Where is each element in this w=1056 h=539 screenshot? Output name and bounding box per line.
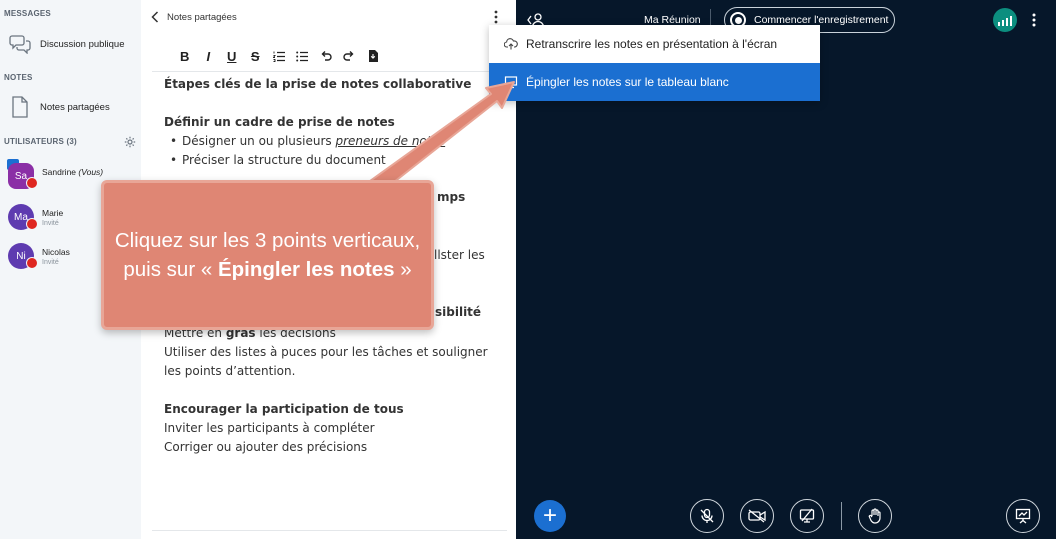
chat-icon bbox=[7, 31, 33, 57]
notes-header: Notes partagées bbox=[151, 8, 237, 26]
document-icon bbox=[7, 94, 33, 120]
notes-title: Notes partagées bbox=[167, 11, 237, 23]
user-role: Invité bbox=[42, 259, 59, 266]
user-name: Sandrine (Vous) bbox=[42, 167, 104, 177]
doc-paragraph: Inviter les participants à compléter bbox=[164, 421, 375, 435]
list-item: Désigner un ou plusieurs preneurs de not… bbox=[164, 132, 504, 151]
public-chat-label: Discussion publique bbox=[40, 38, 125, 50]
list-item: Préciser la structure du document bbox=[164, 151, 504, 170]
doc-heading: Encourager la participation de tous bbox=[164, 402, 404, 416]
back-chevron-icon[interactable] bbox=[151, 11, 159, 23]
hidden-heading-fragment: sibilité bbox=[435, 305, 482, 319]
editor-toolbar: B I U S bbox=[173, 47, 385, 65]
controls-divider bbox=[841, 502, 842, 530]
camera-off-icon bbox=[748, 509, 766, 523]
more-options-icon[interactable] bbox=[1031, 12, 1037, 28]
ordered-list-icon[interactable] bbox=[267, 47, 291, 65]
notes-document-continued[interactable]: Mettre en gras les décisions Utiliser de… bbox=[164, 324, 504, 457]
muted-mic-icon bbox=[26, 257, 38, 269]
notes-footer-divider bbox=[152, 530, 507, 531]
menu-item-pin-notes[interactable]: Épingler les notes sur le tableau blanc bbox=[489, 63, 820, 101]
bold-icon[interactable]: B bbox=[173, 47, 197, 65]
share-webcam-button[interactable] bbox=[740, 499, 774, 533]
shared-notes-label: Notes partagées bbox=[40, 101, 110, 113]
user-role: Invité bbox=[42, 220, 59, 227]
doc-heading: Étapes clés de la prise de notes collabo… bbox=[164, 77, 472, 91]
doc-paragraph: Utiliser des listes à puces pour les tâc… bbox=[164, 345, 488, 359]
callout-text: Cliquez sur les 3 points verticaux, puis… bbox=[114, 229, 421, 281]
instruction-callout: Cliquez sur les 3 points verticaux, puis… bbox=[101, 180, 434, 330]
hand-icon bbox=[868, 508, 881, 524]
menu-item-label: Retranscrire les notes en présentation à… bbox=[526, 37, 778, 51]
unmute-mic-button[interactable] bbox=[690, 499, 724, 533]
user-name: Nicolas bbox=[42, 247, 70, 257]
notes-section-title: NOTES bbox=[4, 73, 33, 82]
doc-paragraph: les points d’attention. bbox=[164, 364, 296, 378]
undo-icon[interactable] bbox=[314, 47, 338, 65]
muted-mic-icon bbox=[26, 218, 38, 230]
italic-icon[interactable]: I bbox=[197, 47, 221, 65]
shared-notes-item[interactable]: Notes partagées bbox=[0, 92, 141, 122]
cloud-upload-icon bbox=[504, 38, 518, 50]
redo-icon[interactable] bbox=[338, 47, 362, 65]
menu-item-convert-to-presentation[interactable]: Retranscrire les notes en présentation à… bbox=[489, 25, 820, 63]
users-section-title: UTILISATEURS (3) bbox=[4, 137, 77, 146]
presentation-icon bbox=[1015, 508, 1031, 524]
presentation-button[interactable] bbox=[1006, 499, 1040, 533]
import-file-icon[interactable] bbox=[361, 47, 385, 65]
notes-options-menu: Retranscrire les notes en présentation à… bbox=[489, 25, 820, 101]
public-chat-item[interactable]: Discussion publique bbox=[0, 29, 141, 59]
user-name: Marie bbox=[42, 208, 64, 218]
strikethrough-icon[interactable]: S bbox=[244, 47, 268, 65]
hidden-heading-fragment: mps bbox=[437, 190, 466, 204]
connection-status-icon[interactable] bbox=[993, 8, 1017, 32]
screen-share-off-icon bbox=[799, 508, 815, 523]
more-options-icon[interactable] bbox=[493, 10, 499, 24]
share-screen-button[interactable] bbox=[790, 499, 824, 533]
underline-icon[interactable]: U bbox=[220, 47, 244, 65]
whiteboard-icon bbox=[504, 76, 518, 89]
gear-icon[interactable] bbox=[124, 135, 136, 148]
muted-mic-icon bbox=[26, 177, 38, 189]
bullet-list-icon[interactable] bbox=[291, 47, 315, 65]
hidden-text-fragment: llster les bbox=[434, 248, 485, 262]
messages-section-title: MESSAGES bbox=[4, 9, 51, 18]
muted-mic-icon bbox=[700, 508, 714, 523]
actions-plus-button[interactable]: + bbox=[534, 500, 566, 532]
doc-paragraph: Corriger ou ajouter des précisions bbox=[164, 440, 368, 454]
menu-item-label: Épingler les notes sur le tableau blanc bbox=[526, 75, 729, 89]
doc-heading: Définir un cadre de prise de notes bbox=[164, 115, 395, 129]
raise-hand-button[interactable] bbox=[858, 499, 892, 533]
toolbar-divider bbox=[152, 71, 507, 72]
notes-document[interactable]: Étapes clés de la prise de notes collabo… bbox=[164, 75, 504, 170]
